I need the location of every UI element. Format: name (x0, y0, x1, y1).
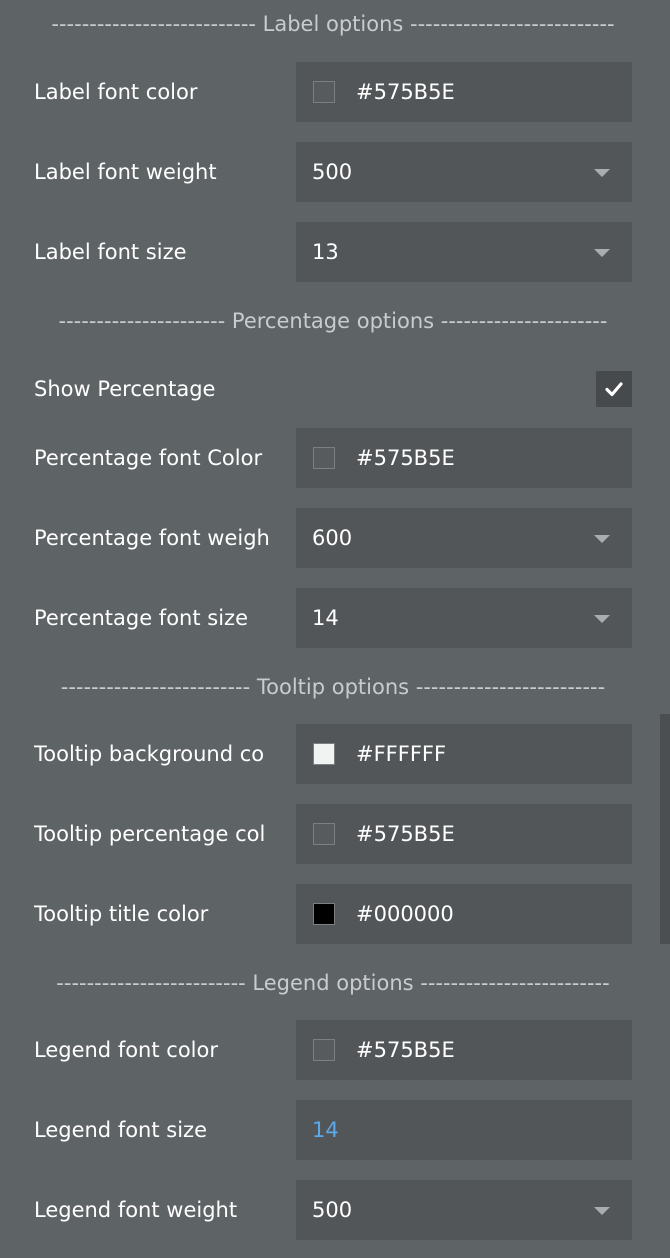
percentage-font-weight-label: Percentage font weigh (34, 526, 270, 550)
chevron-down-icon (594, 535, 610, 543)
label-font-weight-value: 500 (312, 160, 353, 184)
chevron-down-icon (594, 1207, 610, 1215)
section-header-tooltip-options: ------------------------- Tooltip option… (60, 675, 606, 699)
legend-font-size-label: Legend font size (34, 1118, 207, 1142)
label-font-weight-label: Label font weight (34, 160, 217, 184)
row-legend-font-weight: Legend font weight 500 (34, 1180, 632, 1240)
row-tooltip-title-color: Tooltip title color #000000 (34, 884, 632, 944)
percentage-font-color-value: #575B5E (356, 446, 455, 470)
property-editor-panel: --------------------------- Label option… (0, 0, 670, 1258)
row-percentage-font-weight: Percentage font weigh 600 (34, 508, 632, 568)
tooltip-title-color-value: #000000 (356, 902, 454, 926)
tooltip-percentage-color-label: Tooltip percentage col (34, 822, 266, 846)
color-swatch[interactable] (313, 823, 335, 845)
tooltip-title-color-label: Tooltip title color (34, 902, 209, 926)
row-show-percentage: Show Percentage (34, 359, 632, 419)
percentage-font-color-label: Percentage font Color (34, 446, 263, 470)
label-font-weight-dropdown[interactable]: 500 (296, 142, 632, 202)
row-label-font-size: Label font size 13 (34, 222, 632, 282)
label-font-size-value: 13 (312, 240, 339, 264)
legend-font-color-label: Legend font color (34, 1038, 218, 1062)
row-label-font-color: Label font color #575B5E (34, 62, 632, 122)
label-font-color-value: #575B5E (356, 80, 455, 104)
color-swatch[interactable] (313, 1039, 335, 1061)
label-font-color-label: Label font color (34, 80, 198, 104)
legend-font-weight-value: 500 (312, 1198, 353, 1222)
row-legend-font-color: Legend font color #575B5E (34, 1020, 632, 1080)
row-legend-font-size: Legend font size 14 (34, 1100, 632, 1160)
chevron-down-icon (594, 169, 610, 177)
color-swatch[interactable] (313, 447, 335, 469)
section-header-percentage-options: ---------------------- Percentage option… (58, 309, 608, 333)
tooltip-title-color-picker[interactable]: #000000 (296, 884, 632, 944)
percentage-font-color-picker[interactable]: #575B5E (296, 428, 632, 488)
legend-font-color-picker[interactable]: #575B5E (296, 1020, 632, 1080)
section-header-legend-options: ------------------------- Legend options… (56, 971, 610, 995)
scrollbar-thumb[interactable] (660, 714, 670, 944)
checkmark-icon (605, 382, 623, 397)
row-tooltip-percentage-color: Tooltip percentage col #575B5E (34, 804, 632, 864)
color-swatch[interactable] (313, 903, 335, 925)
tooltip-percentage-color-value: #575B5E (356, 822, 455, 846)
legend-font-weight-label: Legend font weight (34, 1198, 238, 1222)
legend-font-size-input[interactable]: 14 (296, 1100, 632, 1160)
tooltip-background-color-value: #FFFFFF (356, 742, 447, 766)
section-header-label-options: --------------------------- Label option… (51, 12, 615, 36)
row-percentage-font-size: Percentage font size 14 (34, 588, 632, 648)
legend-font-weight-dropdown[interactable]: 500 (296, 1180, 632, 1240)
row-tooltip-background-color: Tooltip background co #FFFFFF (34, 724, 632, 784)
chevron-down-icon (594, 615, 610, 623)
percentage-font-weight-dropdown[interactable]: 600 (296, 508, 632, 568)
row-percentage-font-color: Percentage font Color #575B5E (34, 428, 632, 488)
percentage-font-size-dropdown[interactable]: 14 (296, 588, 632, 648)
tooltip-background-color-label: Tooltip background co (34, 742, 265, 766)
tooltip-percentage-color-picker[interactable]: #575B5E (296, 804, 632, 864)
chevron-down-icon (594, 249, 610, 257)
legend-font-color-value: #575B5E (356, 1038, 455, 1062)
show-percentage-checkbox[interactable] (596, 371, 632, 407)
show-percentage-label: Show Percentage (34, 377, 216, 401)
percentage-font-size-value: 14 (312, 606, 339, 630)
percentage-font-weight-value: 600 (312, 526, 353, 550)
color-swatch[interactable] (313, 743, 335, 765)
percentage-font-size-label: Percentage font size (34, 606, 248, 630)
color-swatch[interactable] (313, 81, 335, 103)
tooltip-background-color-picker[interactable]: #FFFFFF (296, 724, 632, 784)
legend-font-size-value: 14 (312, 1118, 339, 1142)
label-font-size-dropdown[interactable]: 13 (296, 222, 632, 282)
row-label-font-weight: Label font weight 500 (34, 142, 632, 202)
label-font-size-label: Label font size (34, 240, 187, 264)
label-font-color-picker[interactable]: #575B5E (296, 62, 632, 122)
